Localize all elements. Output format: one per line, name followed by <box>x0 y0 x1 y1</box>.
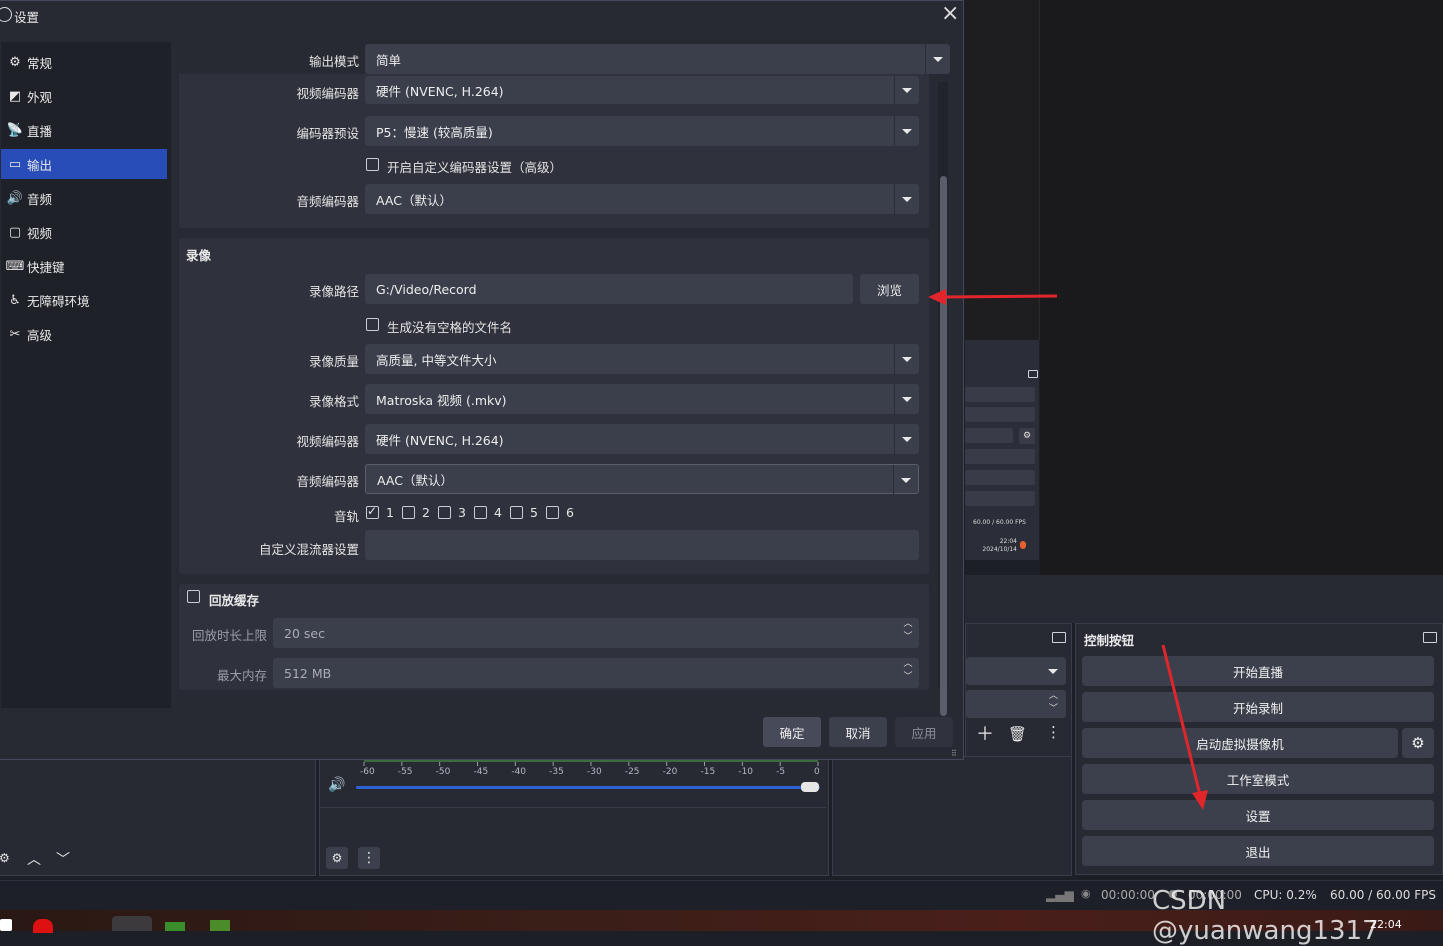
arrow-line <box>1161 644 1202 796</box>
arrow-head <box>928 289 946 305</box>
arrow-line <box>941 294 1058 299</box>
annotation-layer <box>928 289 1208 810</box>
arrow-head <box>1192 790 1208 810</box>
watermark: CSDN @yuanwang1317 <box>1152 886 1379 946</box>
annotation-arrow <box>928 289 1058 305</box>
annotation-arrow <box>1161 644 1208 810</box>
